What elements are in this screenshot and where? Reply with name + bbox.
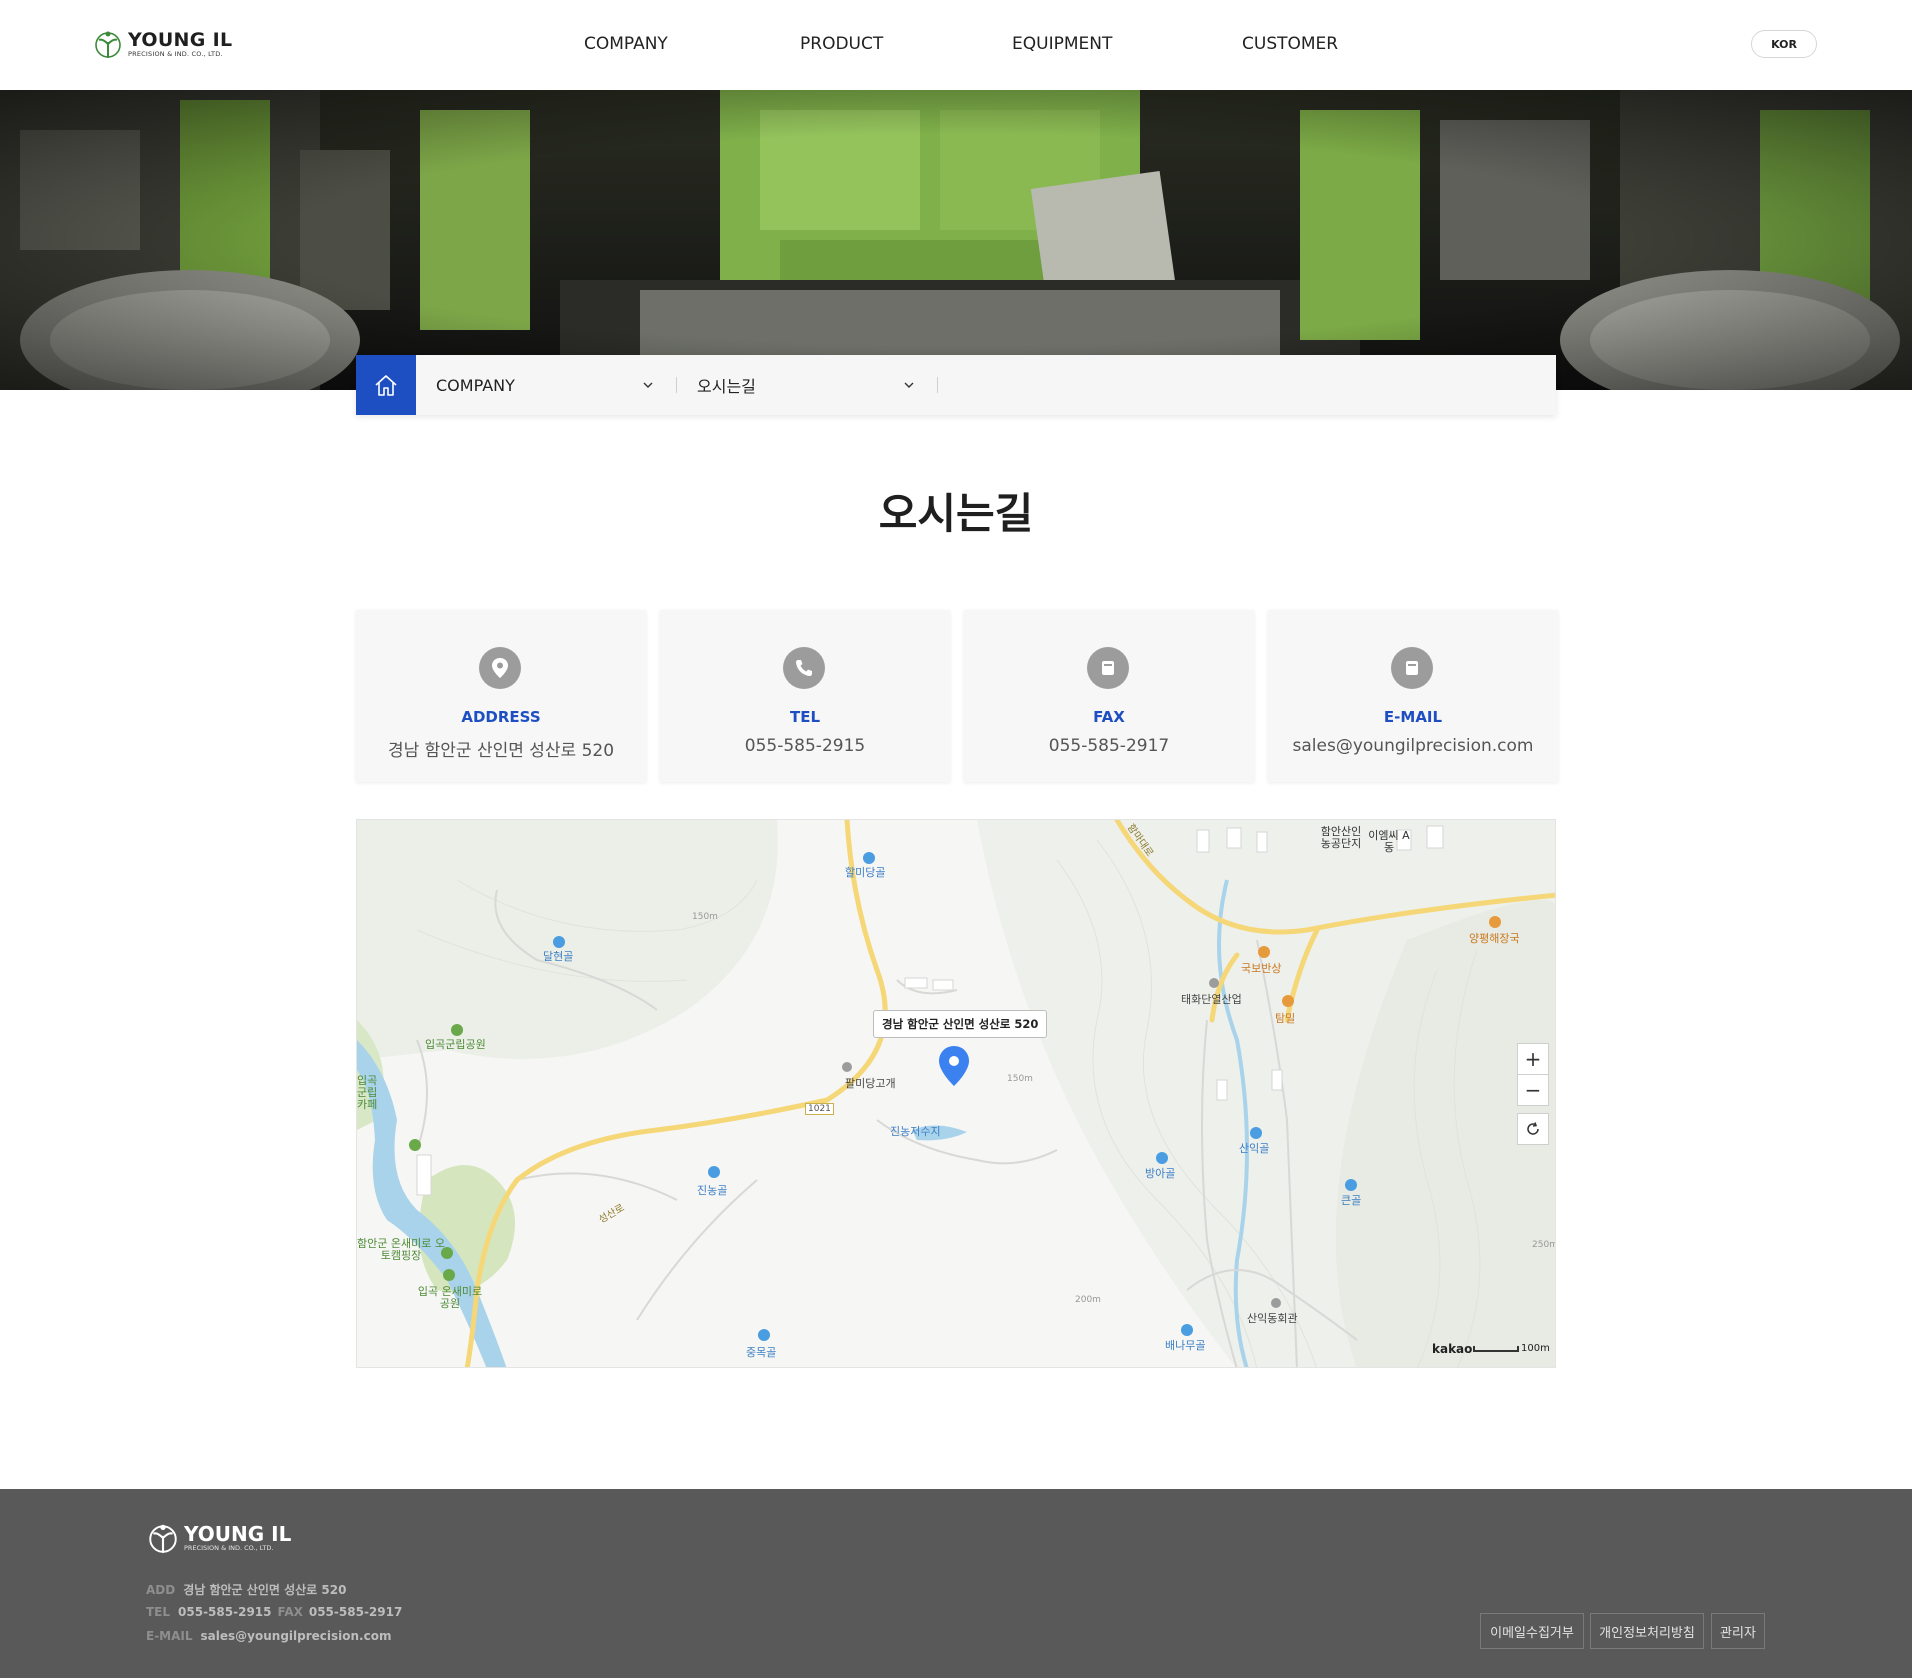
map-contour-label: 150m <box>1007 1074 1033 1084</box>
map-label: 태화단열산업 <box>1181 993 1242 1006</box>
language-button[interactable]: KOR <box>1751 30 1817 58</box>
logo-icon <box>149 1524 177 1553</box>
address-label: ADDRESS <box>461 708 541 726</box>
map-label: 팔미당고개 <box>845 1077 896 1090</box>
fax-icon <box>1087 647 1129 689</box>
location-pin-icon <box>479 647 521 689</box>
address-card: ADDRESS 경남 함안군 산인면 성산로 520 <box>356 610 646 782</box>
engine-room-image <box>0 90 1912 390</box>
map-label: 달현골 <box>543 950 574 963</box>
home-icon <box>375 375 397 396</box>
footer-tel-value: 055-585-2915 <box>178 1605 272 1619</box>
footer-logo-name: YOUNG IL <box>184 1521 292 1546</box>
email-card: E-MAIL sales@youngilprecision.com <box>1268 610 1558 782</box>
map-label: 산익골 <box>1239 1142 1270 1155</box>
tel-card: TEL 055-585-2915 <box>660 610 950 782</box>
map-label: 할미당골 <box>845 866 886 879</box>
map-label: 양평해장국 <box>1469 932 1520 945</box>
chevron-down-icon <box>904 382 914 388</box>
privacy-policy-link[interactable]: 개인정보처리방침 <box>1590 1613 1704 1649</box>
map-label: 방아골 <box>1145 1167 1176 1180</box>
map-label: 진농저수지 <box>890 1125 941 1138</box>
map-scale-label: 100m <box>1521 1343 1550 1354</box>
footer-address-value: 경남 함안군 산인면 성산로 520 <box>183 1583 347 1597</box>
map-label: 입곡군립 카페 <box>357 1074 378 1111</box>
map-scale-bar <box>1473 1346 1519 1352</box>
map-brand: kakao <box>1432 1342 1473 1356</box>
breadcrumb: COMPANY 오시는길 <box>356 355 1556 415</box>
page-title: 오시는길 <box>878 489 1034 538</box>
tel-label: TEL <box>789 708 821 726</box>
fax-label: FAX <box>1093 708 1125 726</box>
footer-email-key: E-MAIL <box>146 1629 193 1643</box>
phone-icon <box>783 647 825 689</box>
breadcrumb-level2-label: 오시는길 <box>697 377 756 396</box>
hero-banner <box>0 90 1912 390</box>
email-label: E-MAIL <box>1383 708 1443 726</box>
refresh-icon <box>1527 1122 1539 1135</box>
nav-product[interactable]: PRODUCT <box>800 34 883 54</box>
map-label: 입곡군립공원 <box>425 1038 486 1051</box>
footer-email-value: sales@youngilprecision.com <box>200 1629 392 1643</box>
map-label: 진농골 <box>697 1184 728 1197</box>
map-canvas <box>357 820 1555 1367</box>
admin-link[interactable]: 관리자 <box>1711 1613 1765 1649</box>
footer-address: ADD 경남 함안군 산인면 성산로 520 <box>146 1581 346 1598</box>
map-label: 배나무골 <box>1165 1339 1206 1352</box>
email-refusal-link[interactable]: 이메일수집거부 <box>1480 1613 1584 1649</box>
breadcrumb-select-level2[interactable]: 오시는길 <box>677 355 937 415</box>
address-value: 경남 함안군 산인면 성산로 520 <box>387 741 615 761</box>
map-reset-button[interactable] <box>1517 1113 1549 1145</box>
email-value[interactable]: sales@youngilprecision.com <box>1268 736 1558 756</box>
breadcrumb-level1-label: COMPANY <box>436 375 515 395</box>
map-contour-label: 150m <box>692 912 718 922</box>
map-contour-label: 250m <box>1532 1240 1556 1250</box>
zoom-out-button[interactable]: − <box>1517 1074 1549 1106</box>
footer-fax-value: 055-585-2917 <box>308 1605 403 1619</box>
nav-equipment[interactable]: EQUIPMENT <box>1012 34 1112 54</box>
map-label: 입곡 온새미로공원 <box>417 1285 483 1310</box>
map-label: 이엠씨 A동 <box>1368 829 1410 854</box>
footer-tel-key: TEL <box>146 1605 171 1619</box>
chevron-down-icon <box>643 382 653 388</box>
footer-email: E-MAIL sales@youngilprecision.com <box>146 1629 391 1643</box>
map-road-label: 1021 <box>805 1103 834 1115</box>
site-header: YOUNG IL PRECISION & IND. CO., LTD. COMP… <box>0 0 1912 90</box>
main-nav: COMPANY PRODUCT EQUIPMENT CUSTOMER <box>0 34 1912 56</box>
map-label: 중목골 <box>746 1346 777 1359</box>
map-label: 함안산인 농공단지 <box>1320 825 1362 850</box>
breadcrumb-select-level1[interactable]: COMPANY <box>416 355 676 415</box>
footer-fax-key: FAX <box>277 1605 303 1619</box>
nav-customer[interactable]: CUSTOMER <box>1242 34 1338 54</box>
footer-phone: TEL 055-585-2915 FAX 055-585-2917 <box>146 1605 402 1619</box>
tel-value[interactable]: 055-585-2915 <box>660 736 950 756</box>
map-label: 함안군 온새미로 오토캠핑장 <box>357 1237 445 1262</box>
map-contour-label: 200m <box>1075 1295 1101 1305</box>
fax-value: 055-585-2917 <box>1048 736 1170 756</box>
zoom-in-button[interactable]: + <box>1517 1043 1549 1075</box>
map-label: 국보반상 <box>1241 962 1282 975</box>
footer-logo: YOUNG IL PRECISION & IND. CO., LTD. <box>148 1521 291 1555</box>
footer-address-key: ADD <box>146 1583 176 1597</box>
location-map[interactable]: 할미당골 달현골 입곡군립공원 입곡군립 카페 팔미당고개 진농저수지 진농골 … <box>356 819 1556 1368</box>
map-label: 산익동회관 <box>1247 1312 1298 1325</box>
map-label: 탐밀 <box>1275 1012 1296 1025</box>
nav-company[interactable]: COMPANY <box>584 34 668 54</box>
map-address-callout: 경남 함안군 산인면 성산로 520 <box>873 1010 1048 1038</box>
breadcrumb-home[interactable] <box>356 355 416 415</box>
site-footer: YOUNG IL PRECISION & IND. CO., LTD. ADD 경… <box>0 1489 1912 1678</box>
map-label: 큰골 <box>1341 1194 1362 1207</box>
breadcrumb-divider <box>937 377 938 393</box>
fax-card: FAX 055-585-2917 <box>964 610 1254 782</box>
mail-icon <box>1391 647 1433 689</box>
